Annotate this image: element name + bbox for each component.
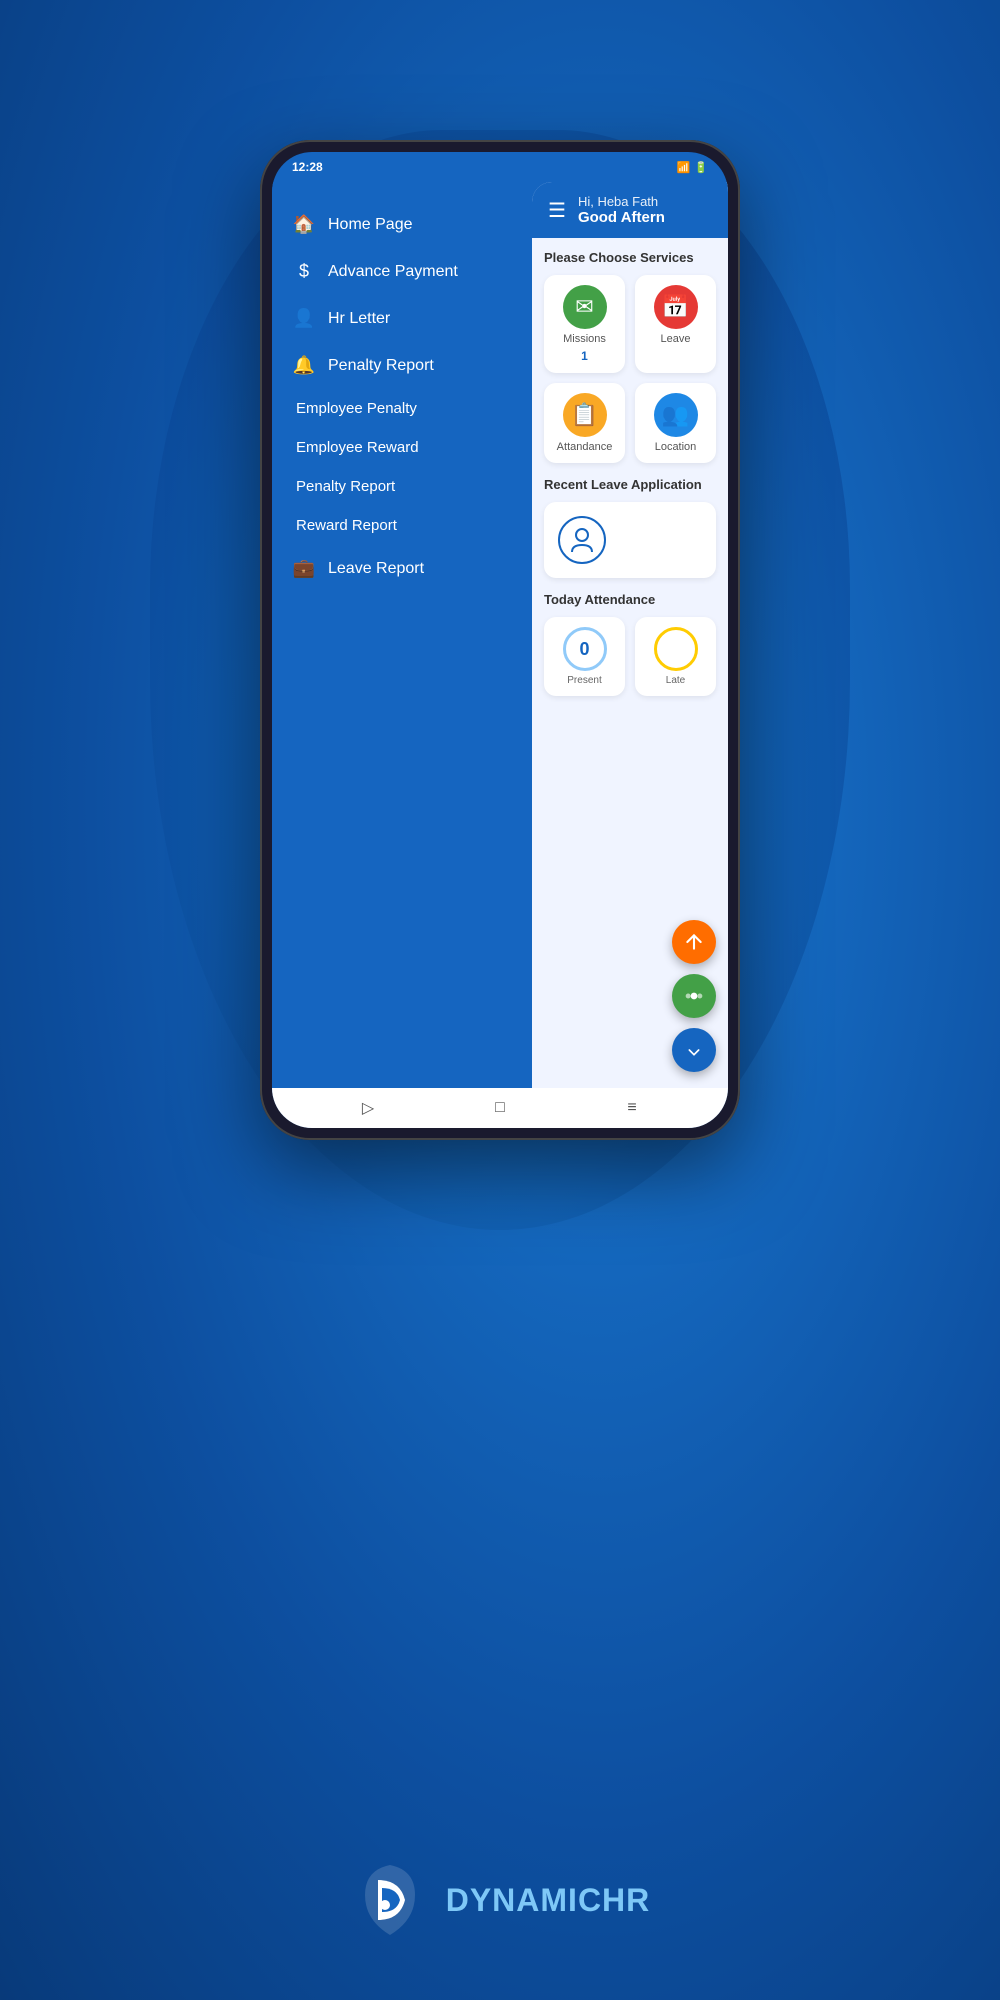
fab-blue[interactable] bbox=[672, 1028, 716, 1072]
present-circle: 0 bbox=[563, 627, 607, 671]
main-panel: ☰ Hi, Heba Fath Good Aftern Please Choos… bbox=[532, 182, 728, 1088]
sidebar-item-employee-penalty[interactable]: Employee Penalty bbox=[272, 390, 532, 427]
sidebar-item-penalty-report[interactable]: 🔔 Penalty Report bbox=[272, 343, 532, 388]
briefcase-icon: 💼 bbox=[292, 558, 316, 579]
sidebar-item-advance-payment[interactable]: $ Advance Payment bbox=[272, 249, 532, 294]
service-location[interactable]: 👥 Location bbox=[635, 383, 716, 463]
penalty-report-sub-label: Penalty Report bbox=[296, 478, 395, 495]
sidebar-item-penalty-report-sub[interactable]: Penalty Report bbox=[272, 468, 532, 505]
sidebar-home-label: Home Page bbox=[328, 216, 413, 234]
leave-icon: 📅 bbox=[654, 285, 698, 329]
brand-name-accent: HR bbox=[602, 1882, 650, 1918]
leave-card[interactable] bbox=[544, 502, 716, 578]
status-bar: 12:28 📶 🔋 bbox=[272, 152, 728, 182]
leave-label: Leave bbox=[661, 333, 691, 345]
sidebar-item-reward-report[interactable]: Reward Report bbox=[272, 507, 532, 544]
battery-icon: 🔋 bbox=[694, 161, 708, 174]
attendance-section: Today Attendance 0 Present Late bbox=[544, 592, 716, 696]
home-icon: 🏠 bbox=[292, 214, 316, 235]
reward-report-label: Reward Report bbox=[296, 517, 397, 534]
sidebar-hrletter-label: Hr Letter bbox=[328, 310, 390, 328]
sidebar-item-home[interactable]: 🏠 Home Page bbox=[272, 202, 532, 247]
service-missions[interactable]: ✉ Missions 1 bbox=[544, 275, 625, 373]
late-label: Late bbox=[666, 675, 685, 686]
att-late: Late bbox=[635, 617, 716, 696]
bell-icon: 🔔 bbox=[292, 355, 316, 376]
today-attendance-title: Today Attendance bbox=[544, 592, 716, 607]
menu-button[interactable]: ≡ bbox=[618, 1094, 646, 1122]
status-icons: 📶 🔋 bbox=[677, 161, 708, 174]
brand-name-main: DYNAMIC bbox=[446, 1882, 602, 1918]
screen-content: 🏠 Home Page $ Advance Payment 👤 Hr Lette… bbox=[272, 182, 728, 1088]
avatar bbox=[558, 516, 606, 564]
att-present: 0 Present bbox=[544, 617, 625, 696]
signal-icon: 📶 bbox=[677, 161, 691, 174]
attendance-grid: 0 Present Late bbox=[544, 617, 716, 696]
services-grid: ✉ Missions 1 📅 Leave bbox=[544, 275, 716, 463]
phone-device: 12:28 📶 🔋 🏠 Home Page bbox=[260, 140, 740, 1140]
employee-reward-label: Employee Reward bbox=[296, 439, 419, 456]
attendance-label: Attandance bbox=[557, 441, 613, 453]
sidebar: 🏠 Home Page $ Advance Payment 👤 Hr Lette… bbox=[272, 182, 532, 1088]
sidebar-item-employee-reward[interactable]: Employee Reward bbox=[272, 429, 532, 466]
sidebar-penalty-label: Penalty Report bbox=[328, 357, 434, 375]
missions-label: Missions bbox=[563, 333, 606, 345]
subgreeting-text: Good Aftern bbox=[578, 209, 665, 226]
fab-orange[interactable] bbox=[672, 920, 716, 964]
phone-screen: 12:28 📶 🔋 🏠 Home Page bbox=[272, 152, 728, 1128]
dollar-icon: $ bbox=[292, 261, 316, 282]
menu-icon[interactable]: ☰ bbox=[548, 198, 566, 223]
home-bar: ▷ □ ≡ bbox=[272, 1088, 728, 1128]
fab-green[interactable] bbox=[672, 974, 716, 1018]
recent-leave-title: Recent Leave Application bbox=[544, 477, 716, 492]
sidebar-advance-label: Advance Payment bbox=[328, 263, 458, 281]
attendance-icon: 📋 bbox=[563, 393, 607, 437]
brand-logo bbox=[350, 1860, 430, 1940]
sidebar-item-leave-report[interactable]: 💼 Leave Report bbox=[272, 546, 532, 591]
late-circle bbox=[654, 627, 698, 671]
back-button[interactable]: ▷ bbox=[354, 1094, 382, 1122]
status-time: 12:28 bbox=[292, 160, 323, 174]
brand-name: DYNAMICHR bbox=[446, 1882, 651, 1919]
leave-section: Recent Leave Application bbox=[544, 477, 716, 578]
greeting-text: Hi, Heba Fath bbox=[578, 194, 665, 209]
employee-penalty-label: Employee Penalty bbox=[296, 400, 417, 417]
header-text: Hi, Heba Fath Good Aftern bbox=[578, 194, 665, 226]
location-label: Location bbox=[655, 441, 697, 453]
app-scene: 12:28 📶 🔋 🏠 Home Page bbox=[0, 0, 1000, 2000]
service-attendance[interactable]: 📋 Attandance bbox=[544, 383, 625, 463]
sidebar-item-hr-letter[interactable]: 👤 Hr Letter bbox=[272, 296, 532, 341]
services-title: Please Choose Services bbox=[544, 250, 716, 265]
missions-badge: 1 bbox=[581, 349, 588, 363]
person-icon: 👤 bbox=[292, 308, 316, 329]
leave-report-label: Leave Report bbox=[328, 560, 424, 578]
location-icon: 👥 bbox=[654, 393, 698, 437]
fab-area bbox=[672, 920, 716, 1072]
brand-footer: DYNAMICHR bbox=[350, 1860, 651, 1940]
home-button[interactable]: □ bbox=[486, 1094, 514, 1122]
present-label: Present bbox=[567, 675, 601, 686]
main-header: ☰ Hi, Heba Fath Good Aftern bbox=[532, 182, 728, 238]
phone-wrapper: 12:28 📶 🔋 🏠 Home Page bbox=[220, 80, 780, 1200]
missions-icon: ✉ bbox=[563, 285, 607, 329]
service-leave[interactable]: 📅 Leave bbox=[635, 275, 716, 373]
